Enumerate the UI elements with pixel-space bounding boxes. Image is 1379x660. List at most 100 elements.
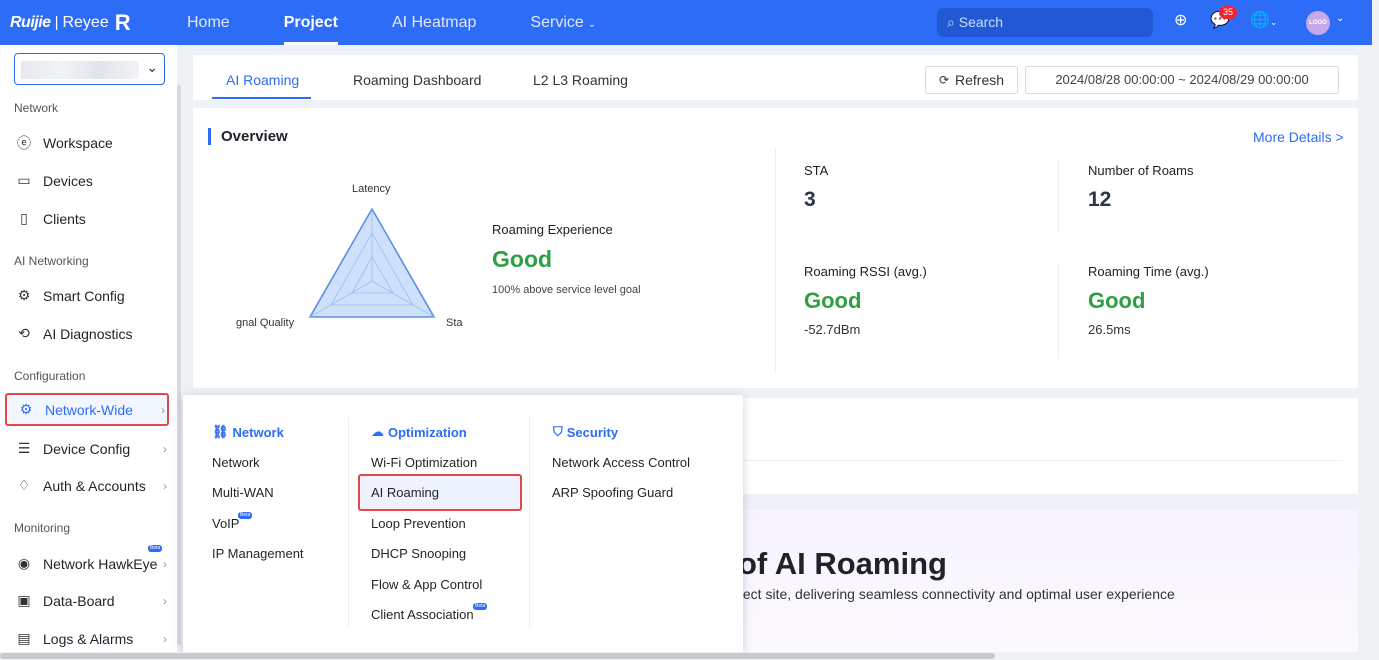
clients-icon: ▯ xyxy=(20,210,28,226)
menu-item-multi-wan[interactable]: Multi-WAN xyxy=(212,485,274,500)
brand-name-ruijie: Ruijie xyxy=(10,13,51,31)
tab-ai-roaming[interactable]: AI Roaming xyxy=(226,72,299,88)
sidebar-item-logs-alarms[interactable]: ▤ Logs & Alarms › xyxy=(5,622,169,655)
chevron-right-icon: › xyxy=(163,441,167,456)
divider xyxy=(1058,158,1059,233)
sidebar-item-network-wide[interactable]: ⚙ Network-Wide › xyxy=(5,393,169,426)
gear-icon: ⚙ xyxy=(19,401,33,417)
rssi-sub: -52.7dBm xyxy=(804,322,861,337)
divider xyxy=(529,417,530,627)
sidebar-item-workspace[interactable]: ⓔ Workspace xyxy=(5,126,169,159)
sidebar-item-clients[interactable]: ▯ Clients xyxy=(5,202,169,235)
more-details-link[interactable]: More Details > xyxy=(1253,129,1344,145)
search-icon: ⌕ xyxy=(947,14,955,30)
chevron-down-icon[interactable]: ⌄ xyxy=(1336,13,1344,24)
nav-ai-heatmap-label: AI Heatmap xyxy=(391,14,477,31)
sidebar-item-devices[interactable]: ▭ Devices xyxy=(5,164,169,197)
menu-item-client-association[interactable]: Client Association xyxy=(371,607,474,622)
nav-ai-heatmap[interactable]: AI Heatmap xyxy=(365,0,503,45)
overview-title: Overview xyxy=(208,128,288,145)
message-count-badge: 35 xyxy=(1219,6,1238,19)
shield-check-icon: ⛉ xyxy=(553,424,563,439)
vertical-scrollbar[interactable] xyxy=(1372,0,1379,660)
sidebar-item-label: Logs & Alarms xyxy=(43,630,134,647)
menu-item-voip[interactable]: VoIP xyxy=(212,516,239,531)
menu-item-dhcp-snooping[interactable]: DHCP Snooping xyxy=(371,546,466,561)
rssi-label: Roaming RSSI (avg.) xyxy=(804,264,927,279)
cloud-icon: ☁ xyxy=(371,424,384,439)
sidebar-item-data-board[interactable]: ▣ Data-Board › xyxy=(5,584,169,617)
logs-icon: ▤ xyxy=(17,630,31,646)
brand-name-reyee: Reyee xyxy=(62,13,109,31)
menu-heading-optimization: ☁ Optimization xyxy=(371,424,467,440)
radar-label-latency: Latency xyxy=(352,183,391,195)
sidebar-item-smart-config[interactable]: ⚙ Smart Config xyxy=(5,279,169,312)
nav-project[interactable]: Project xyxy=(257,0,365,45)
tab-l2-l3-roaming[interactable]: L2 L3 Roaming xyxy=(533,72,628,88)
refresh-button[interactable]: ⟳ Refresh xyxy=(925,66,1018,94)
menu-heading-label: Optimization xyxy=(388,424,467,440)
sidebar-item-network-hawkeye[interactable]: ◉ Network HawkEye › xyxy=(5,547,169,580)
top-navigation-bar: Ruijie | Reyee R Home Project AI Heatmap… xyxy=(0,0,1372,45)
avatar[interactable]: LOGO xyxy=(1306,11,1330,35)
sidebar-item-label: Network HawkEye xyxy=(43,555,158,572)
roaming-time-label: Roaming Time (avg.) xyxy=(1088,264,1209,279)
devices-icon: ▭ xyxy=(17,172,31,188)
sidebar-item-label: Clients xyxy=(43,210,86,227)
workspace-icon: ⓔ xyxy=(17,134,31,151)
nav-home-label: Home xyxy=(187,14,230,31)
menu-item-flow-app-control[interactable]: Flow & App Control xyxy=(371,577,482,592)
search-placeholder: Search xyxy=(958,14,1004,30)
sidebar-item-auth-accounts[interactable]: ♢ Auth & Accounts › xyxy=(5,469,169,502)
roaming-experience-label: Roaming Experience xyxy=(492,222,613,237)
divider xyxy=(775,148,776,373)
site-selector[interactable]: ⌄ xyxy=(14,53,165,85)
date-range-picker[interactable]: 2024/08/28 00:00:00 ~ 2024/08/29 00:00:0… xyxy=(1025,66,1339,94)
scrollbar-thumb[interactable] xyxy=(0,653,995,659)
menu-item-loop-prevention[interactable]: Loop Prevention xyxy=(371,516,466,531)
menu-item-network[interactable]: Network xyxy=(212,455,260,470)
refresh-label: Refresh xyxy=(955,72,1005,88)
network-wide-menu: ⛓ Network Network Multi-WAN VoIP Beta IP … xyxy=(183,395,743,653)
menu-item-ai-roaming[interactable]: AI Roaming xyxy=(358,474,522,511)
menu-heading-network: ⛓ Network xyxy=(212,424,284,440)
sidebar-item-label: Auth & Accounts xyxy=(43,477,146,494)
sidebar-item-ai-diagnostics[interactable]: ⟲ AI Diagnostics xyxy=(5,317,169,350)
chevron-right-icon: › xyxy=(163,593,167,608)
sidebar-item-label: Device Config xyxy=(43,440,131,457)
add-circle-icon[interactable]: ⊕ xyxy=(1174,10,1187,30)
horizontal-scrollbar[interactable] xyxy=(0,652,1372,660)
sidebar-item-label: Data-Board xyxy=(43,592,115,609)
divider xyxy=(348,417,349,627)
main-nav: Home Project AI Heatmap Service ⌄ xyxy=(160,0,623,45)
nav-service[interactable]: Service ⌄ xyxy=(503,0,623,45)
nav-service-label: Service xyxy=(530,14,584,31)
sta-label: STA xyxy=(804,163,829,178)
sidebar-scrollbar[interactable] xyxy=(177,85,181,645)
roaming-radar-chart xyxy=(308,207,436,318)
menu-heading-label: Network xyxy=(232,424,284,440)
sidebar-item-label: Workspace xyxy=(43,134,113,151)
beta-badge: Beta xyxy=(473,603,488,610)
group-label-network: Network xyxy=(14,101,59,115)
sidebar-item-device-config[interactable]: ☰ Device Config › xyxy=(5,432,169,465)
intro-subtitle: oject site, delivering seamless connecti… xyxy=(732,586,1175,602)
nav-home[interactable]: Home xyxy=(160,0,257,45)
tab-roaming-dashboard[interactable]: Roaming Dashboard xyxy=(353,72,481,88)
network-topology-icon: ⛓ xyxy=(212,424,229,439)
menu-item-ip-management[interactable]: IP Management xyxy=(212,546,304,561)
menu-item-network-access-control[interactable]: Network Access Control xyxy=(552,455,690,470)
rssi-value: Good xyxy=(804,288,862,313)
roams-label: Number of Roams xyxy=(1088,163,1194,178)
globe-icon[interactable]: 🌐⌄ xyxy=(1250,10,1277,30)
shield-icon: ♢ xyxy=(17,477,31,493)
sta-value: 3 xyxy=(804,188,816,211)
date-range-value: 2024/08/28 00:00:00 ~ 2024/08/29 00:00:0… xyxy=(1055,72,1309,87)
group-label-configuration: Configuration xyxy=(14,369,86,383)
menu-item-arp-spoofing-guard[interactable]: ARP Spoofing Guard xyxy=(552,485,673,500)
nav-project-label: Project xyxy=(283,14,338,31)
sliders-icon: ☰ xyxy=(17,440,31,456)
menu-item-wifi-optimization[interactable]: Wi-Fi Optimization xyxy=(371,455,477,470)
brand-logo[interactable]: Ruijie | Reyee R xyxy=(0,10,160,36)
search-input[interactable]: ⌕ Search xyxy=(937,8,1153,37)
